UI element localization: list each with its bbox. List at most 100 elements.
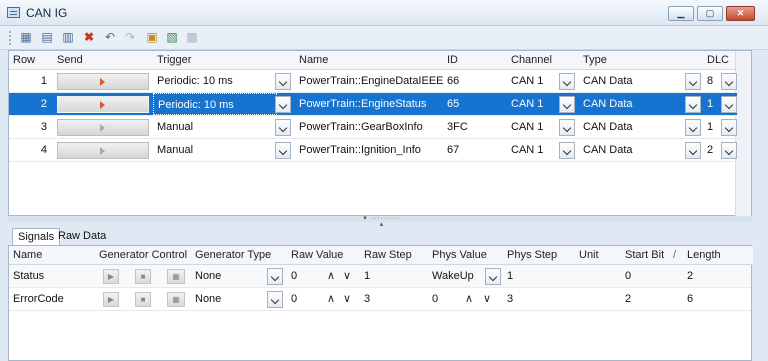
col-header-row[interactable]: Row (9, 51, 53, 70)
trigger-dropdown[interactable] (275, 142, 291, 159)
channel-value[interactable]: CAN 1 (507, 116, 563, 138)
dlc-dropdown[interactable] (721, 142, 737, 159)
type-dropdown[interactable] (685, 119, 701, 136)
message-name[interactable]: PowerTrain::EngineDataIEEE (295, 70, 443, 92)
message-id[interactable]: 66 (443, 70, 507, 92)
col-header-send[interactable]: Send (53, 51, 153, 70)
channel-dropdown[interactable] (559, 142, 575, 159)
channel-dropdown[interactable] (559, 73, 575, 90)
tab-raw-data[interactable]: Raw Data (53, 228, 111, 245)
trigger-value[interactable]: Periodic: 10 ms (153, 70, 277, 92)
raw-step[interactable]: 1 (360, 265, 428, 287)
raw-value-up-icon[interactable]: ∧ (327, 291, 335, 307)
settings-icon[interactable]: ▩ (184, 30, 200, 45)
type-value[interactable]: CAN Data (579, 93, 685, 115)
sig-col-start-bit[interactable]: Start Bit / (621, 246, 683, 265)
phys-value[interactable]: 0 (428, 288, 486, 310)
sig-col-raw-step[interactable]: Raw Step (360, 246, 428, 265)
type-value[interactable]: CAN Data (579, 116, 685, 138)
channel-value[interactable]: CAN 1 (507, 93, 563, 115)
message-row[interactable]: 3 Manual PowerTrain::GearBoxInfo 3FC CAN 1 CA… (9, 116, 737, 139)
splitter-grip[interactable]: ▾ ········· ▴ (360, 215, 404, 228)
send-button[interactable] (57, 73, 149, 90)
generator-type-dropdown[interactable] (267, 291, 283, 308)
phys-step[interactable]: 3 (503, 288, 575, 310)
signal-row[interactable]: ErrorCode ▶ ■ ▦ None 0 ∧ ∨ 3 0 ∧ ∨ 3 2 6 (9, 288, 751, 311)
raw-value-up-icon[interactable]: ∧ (327, 268, 335, 284)
send-button[interactable] (57, 142, 149, 159)
dlc-dropdown[interactable] (721, 119, 737, 136)
col-header-trigger[interactable]: Trigger (153, 51, 295, 70)
length[interactable]: 6 (683, 288, 753, 310)
sig-col-raw-value[interactable]: Raw Value (287, 246, 360, 265)
raw-step[interactable]: 3 (360, 288, 428, 310)
phys-value-dropdown[interactable] (485, 268, 501, 285)
message-id[interactable]: 65 (443, 93, 507, 115)
message-name[interactable]: PowerTrain::EngineStatus (295, 93, 443, 115)
channel-value[interactable]: CAN 1 (507, 70, 563, 92)
channel-dropdown[interactable] (559, 96, 575, 113)
channel-dropdown[interactable] (559, 119, 575, 136)
generator-play-icon[interactable]: ▶ (103, 269, 119, 284)
message-id[interactable]: 3FC (443, 116, 507, 138)
phys-value[interactable]: WakeUp (428, 265, 486, 287)
trigger-value[interactable]: Manual (153, 116, 277, 138)
col-header-type[interactable]: Type (579, 51, 703, 70)
add-message-icon[interactable]: ▦ (18, 30, 34, 45)
send-button[interactable] (57, 96, 149, 113)
delete-icon[interactable]: ✖ (81, 30, 97, 45)
trigger-dropdown[interactable] (275, 119, 291, 136)
add-signal-icon[interactable]: ▥ (60, 30, 76, 45)
start-bit[interactable]: 2 (621, 288, 683, 310)
type-dropdown[interactable] (685, 96, 701, 113)
col-header-id[interactable]: ID (443, 51, 507, 70)
dlc-dropdown[interactable] (721, 96, 737, 113)
phys-step[interactable]: 1 (503, 265, 575, 287)
messages-scrollbar[interactable] (735, 51, 751, 217)
raw-value-down-icon[interactable]: ∨ (343, 268, 351, 284)
sig-col-phys-value[interactable]: Phys Value (428, 246, 503, 265)
minimize-button[interactable]: ▁ (668, 6, 694, 21)
sig-col-name[interactable]: Name (9, 246, 95, 265)
message-name[interactable]: PowerTrain::Ignition_Info (295, 139, 443, 161)
message-row[interactable]: 4 Manual PowerTrain::Ignition_Info 67 CAN 1 C… (9, 139, 737, 162)
generator-type-dropdown[interactable] (267, 268, 283, 285)
phys-value-down-icon[interactable]: ∨ (483, 291, 491, 307)
sig-col-generator-control[interactable]: Generator Control (95, 246, 191, 265)
undo-icon[interactable]: ↶ (102, 30, 118, 45)
type-dropdown[interactable] (685, 142, 701, 159)
col-header-channel[interactable]: Channel (507, 51, 579, 70)
generator-type-value[interactable]: None (191, 288, 265, 310)
toolbar-grip[interactable] (9, 31, 11, 45)
sig-col-length[interactable]: Length (683, 246, 753, 265)
export-icon[interactable]: ▧ (164, 30, 180, 45)
channel-value[interactable]: CAN 1 (507, 139, 563, 161)
col-header-name[interactable]: Name (295, 51, 443, 70)
type-value[interactable]: CAN Data (579, 70, 685, 92)
phys-value-up-icon[interactable]: ∧ (465, 291, 473, 307)
generator-stop-icon[interactable]: ■ (135, 292, 151, 307)
add-frame-icon[interactable]: ▤ (39, 30, 55, 45)
trigger-dropdown[interactable] (275, 96, 291, 113)
generator-settings-icon[interactable]: ▦ (167, 292, 185, 307)
sig-col-phys-step[interactable]: Phys Step (503, 246, 575, 265)
signal-name[interactable]: Status (9, 265, 95, 287)
col-header-dlc[interactable]: DLC (703, 51, 737, 70)
generator-settings-icon[interactable]: ▦ (167, 269, 185, 284)
message-row[interactable]: 1 Periodic: 10 ms PowerTrain::EngineDataIE… (9, 70, 737, 93)
generator-stop-icon[interactable]: ■ (135, 269, 151, 284)
dlc-dropdown[interactable] (721, 73, 737, 90)
raw-value[interactable]: 0 (287, 288, 317, 310)
close-button[interactable]: ✕ (726, 6, 755, 21)
signal-name[interactable]: ErrorCode (9, 288, 95, 310)
message-id[interactable]: 67 (443, 139, 507, 161)
splitter[interactable]: ▾ ········· ▴ (8, 215, 752, 228)
trigger-dropdown[interactable] (275, 73, 291, 90)
raw-value[interactable]: 0 (287, 265, 317, 287)
generator-play-icon[interactable]: ▶ (103, 292, 119, 307)
trigger-value[interactable]: Manual (153, 139, 277, 161)
send-button[interactable] (57, 119, 149, 136)
sig-col-unit[interactable]: Unit (575, 246, 621, 265)
generator-type-value[interactable]: None (191, 265, 265, 287)
type-value[interactable]: CAN Data (579, 139, 685, 161)
